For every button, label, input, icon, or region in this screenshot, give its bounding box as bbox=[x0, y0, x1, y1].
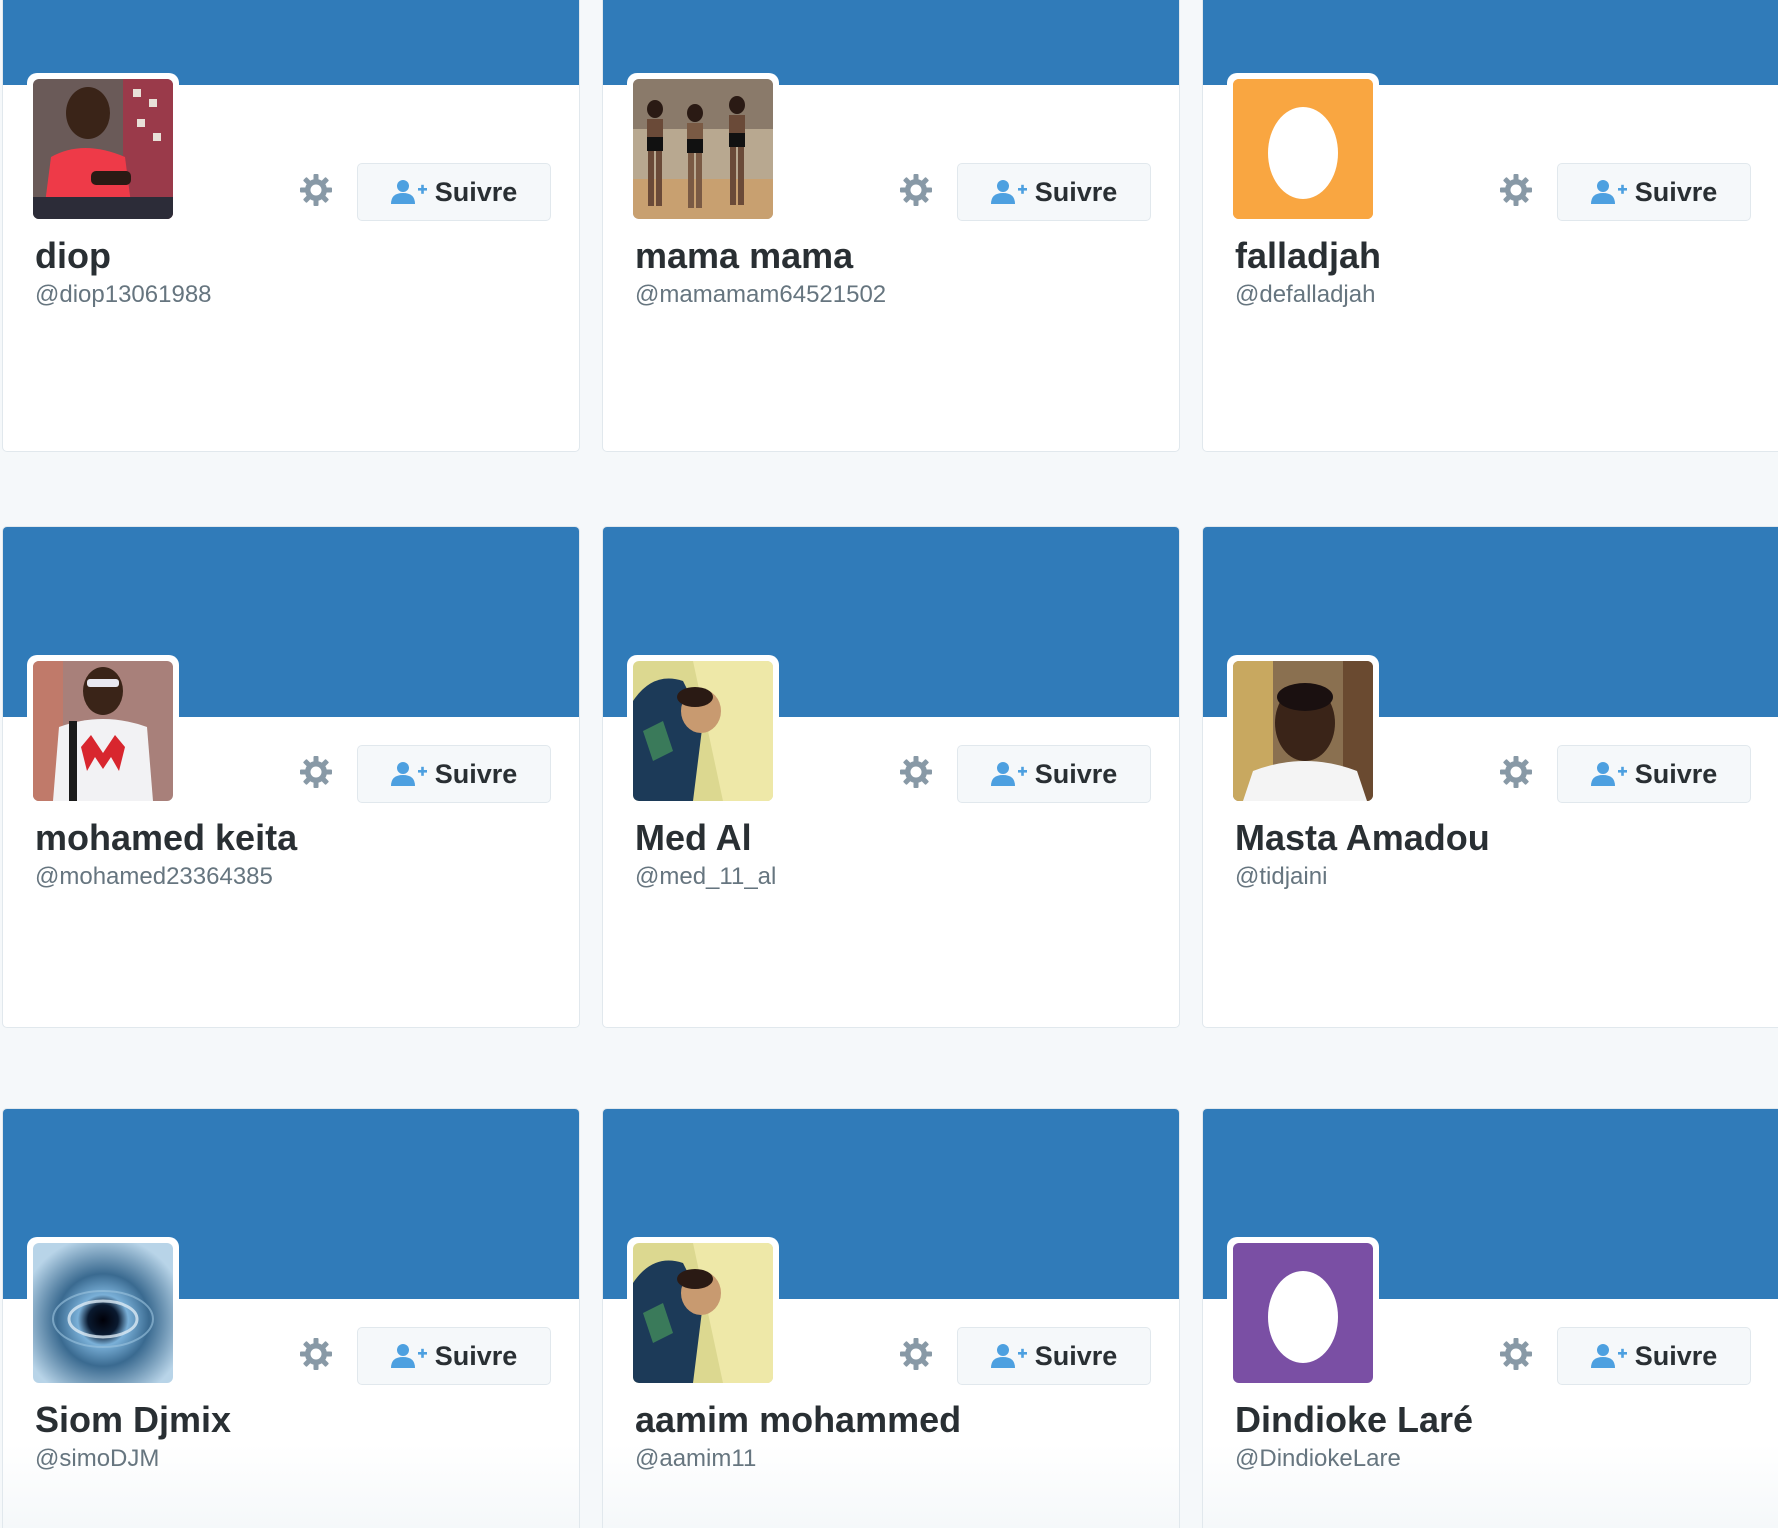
gear-icon[interactable] bbox=[898, 172, 934, 208]
user-handle[interactable]: @DindiokeLare bbox=[1235, 1445, 1401, 1473]
user-card: Suivre mohamed keita @mohamed23364385 bbox=[2, 526, 580, 1028]
user-handle[interactable]: @med_11_al bbox=[635, 863, 776, 891]
avatar-photo bbox=[1233, 661, 1373, 801]
avatar-photo bbox=[633, 1243, 773, 1383]
add-user-icon bbox=[1590, 180, 1627, 204]
user-handle[interactable]: @simoDJM bbox=[35, 1445, 159, 1473]
avatar-photo bbox=[1233, 79, 1373, 219]
user-display-name[interactable]: Siom Djmix bbox=[35, 1399, 231, 1441]
user-handle[interactable]: @aamim11 bbox=[635, 1445, 756, 1473]
user-display-name[interactable]: Masta Amadou bbox=[1235, 817, 1490, 859]
follow-button-label: Suivre bbox=[1634, 758, 1718, 789]
follow-button[interactable]: Suivre bbox=[1557, 745, 1751, 803]
add-user-icon bbox=[390, 180, 427, 204]
user-display-name[interactable]: mama mama bbox=[635, 235, 853, 277]
user-card: Suivre aamim mohammed @aamim11 bbox=[602, 1108, 1180, 1528]
avatar[interactable] bbox=[1227, 1237, 1379, 1389]
gear-icon[interactable] bbox=[298, 1336, 334, 1372]
avatar[interactable] bbox=[627, 73, 779, 225]
user-card: Suivre diop @diop13061988 bbox=[2, 0, 580, 452]
avatar[interactable] bbox=[1227, 655, 1379, 807]
avatar[interactable] bbox=[27, 1237, 179, 1389]
add-user-icon bbox=[390, 1344, 427, 1368]
follow-button-label: Suivre bbox=[1634, 1340, 1718, 1371]
avatar-photo bbox=[633, 661, 773, 801]
follow-button-label: Suivre bbox=[1034, 1340, 1118, 1371]
user-display-name[interactable]: Dindioke Laré bbox=[1235, 1399, 1473, 1441]
avatar[interactable] bbox=[627, 655, 779, 807]
user-handle[interactable]: @defalladjah bbox=[1235, 281, 1375, 309]
user-display-name[interactable]: aamim mohammed bbox=[635, 1399, 961, 1441]
follow-button-label: Suivre bbox=[1034, 758, 1118, 789]
avatar[interactable] bbox=[627, 1237, 779, 1389]
follow-suggestions-grid: Suivre diop @diop13061988 Suivre mama ma… bbox=[0, 0, 1778, 1528]
user-handle[interactable]: @tidjaini bbox=[1235, 863, 1327, 891]
follow-button-label: Suivre bbox=[434, 176, 518, 207]
user-card: Suivre mama mama @mamamam64521502 bbox=[602, 0, 1180, 452]
gear-icon[interactable] bbox=[298, 754, 334, 790]
follow-button[interactable]: Suivre bbox=[357, 745, 551, 803]
avatar-photo bbox=[33, 1243, 173, 1383]
user-card: Suivre falladjah @defalladjah bbox=[1202, 0, 1778, 452]
follow-button[interactable]: Suivre bbox=[957, 163, 1151, 221]
gear-icon[interactable] bbox=[1498, 754, 1534, 790]
add-user-icon bbox=[390, 762, 427, 786]
avatar-photo bbox=[633, 79, 773, 219]
avatar-photo bbox=[33, 661, 173, 801]
add-user-icon bbox=[990, 762, 1027, 786]
follow-button[interactable]: Suivre bbox=[357, 1327, 551, 1385]
follow-button[interactable]: Suivre bbox=[1557, 163, 1751, 221]
user-card: Suivre Masta Amadou @tidjaini bbox=[1202, 526, 1778, 1028]
add-user-icon bbox=[990, 180, 1027, 204]
gear-icon[interactable] bbox=[1498, 172, 1534, 208]
gear-icon[interactable] bbox=[898, 754, 934, 790]
user-card: Suivre Dindioke Laré @DindiokeLare bbox=[1202, 1108, 1778, 1528]
avatar[interactable] bbox=[27, 73, 179, 225]
follow-button[interactable]: Suivre bbox=[957, 745, 1151, 803]
add-user-icon bbox=[1590, 762, 1627, 786]
avatar[interactable] bbox=[1227, 73, 1379, 225]
follow-button[interactable]: Suivre bbox=[957, 1327, 1151, 1385]
gear-icon[interactable] bbox=[898, 1336, 934, 1372]
gear-icon[interactable] bbox=[1498, 1336, 1534, 1372]
follow-button-label: Suivre bbox=[434, 1340, 518, 1371]
user-handle[interactable]: @diop13061988 bbox=[35, 281, 212, 309]
gear-icon[interactable] bbox=[298, 172, 334, 208]
avatar-photo bbox=[1233, 1243, 1373, 1383]
follow-button-label: Suivre bbox=[1034, 176, 1118, 207]
user-handle[interactable]: @mohamed23364385 bbox=[35, 863, 273, 891]
follow-button-label: Suivre bbox=[1634, 176, 1718, 207]
add-user-icon bbox=[1590, 1344, 1627, 1368]
user-display-name[interactable]: falladjah bbox=[1235, 235, 1381, 277]
user-display-name[interactable]: Med Al bbox=[635, 817, 752, 859]
avatar[interactable] bbox=[27, 655, 179, 807]
user-card: Suivre Siom Djmix @simoDJM bbox=[2, 1108, 580, 1528]
user-card: Suivre Med Al @med_11_al bbox=[602, 526, 1180, 1028]
follow-button[interactable]: Suivre bbox=[1557, 1327, 1751, 1385]
user-display-name[interactable]: diop bbox=[35, 235, 111, 277]
avatar-photo bbox=[33, 79, 173, 219]
add-user-icon bbox=[990, 1344, 1027, 1368]
follow-button-label: Suivre bbox=[434, 758, 518, 789]
user-handle[interactable]: @mamamam64521502 bbox=[635, 281, 886, 309]
user-display-name[interactable]: mohamed keita bbox=[35, 817, 297, 859]
follow-button[interactable]: Suivre bbox=[357, 163, 551, 221]
